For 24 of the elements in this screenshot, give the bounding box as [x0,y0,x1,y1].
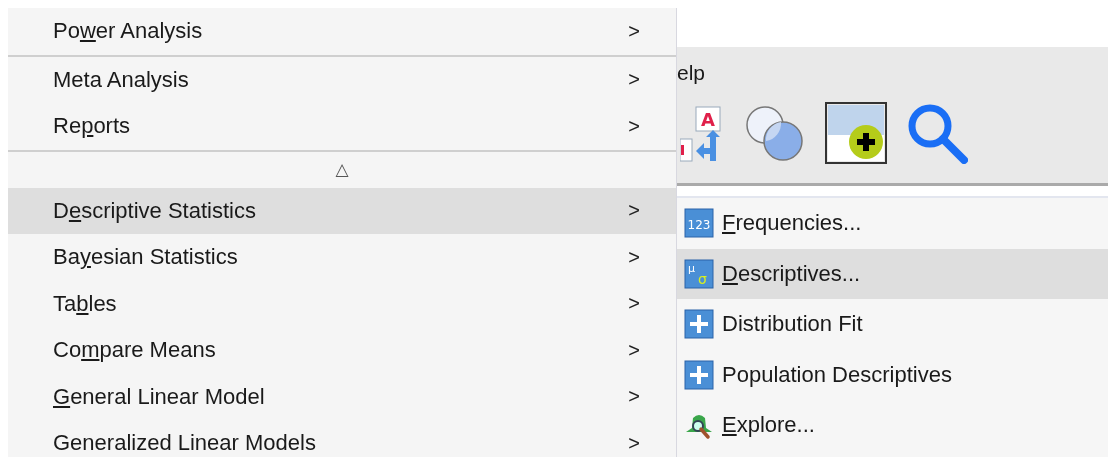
overlapping-circles-icon [744,104,806,162]
menu-item[interactable]: 123 Frequencies... [677,198,1108,249]
search-icon [906,102,968,164]
menu-item[interactable]: Explore... [677,400,1108,451]
menu-item[interactable]: General Linear Model > [8,373,676,420]
numbers-icon: 123 [684,208,714,239]
menu-item[interactable]: μ σ Descriptives... [677,248,1108,299]
menu-item[interactable]: Descriptive Statistics > [8,187,676,234]
menu-item[interactable]: Population Descriptives [677,349,1108,400]
menu-label[interactable]: elp [677,47,706,91]
plus-icon [684,309,714,340]
menu-item[interactable]: Bayesian Statistics > [8,234,676,281]
toolbar-button[interactable] [825,102,887,164]
scroll-up-arrow[interactable]: △ [335,159,349,180]
menu-item[interactable]: Distribution Fit [677,299,1108,350]
menu-item[interactable]: Power Analysis > [8,8,676,55]
menu-item[interactable]: Generalized Linear Models > [8,420,676,457]
add-point-icon [828,105,884,161]
menu-item[interactable]: Meta Analysis > [8,56,676,103]
menu-item[interactable]: Compare Means > [8,327,676,374]
statistics-icon: μ σ [684,258,714,289]
menu-item[interactable]: Reports > [8,103,676,150]
plus-icon [684,359,714,390]
menu-item[interactable]: Tables > [8,280,676,327]
